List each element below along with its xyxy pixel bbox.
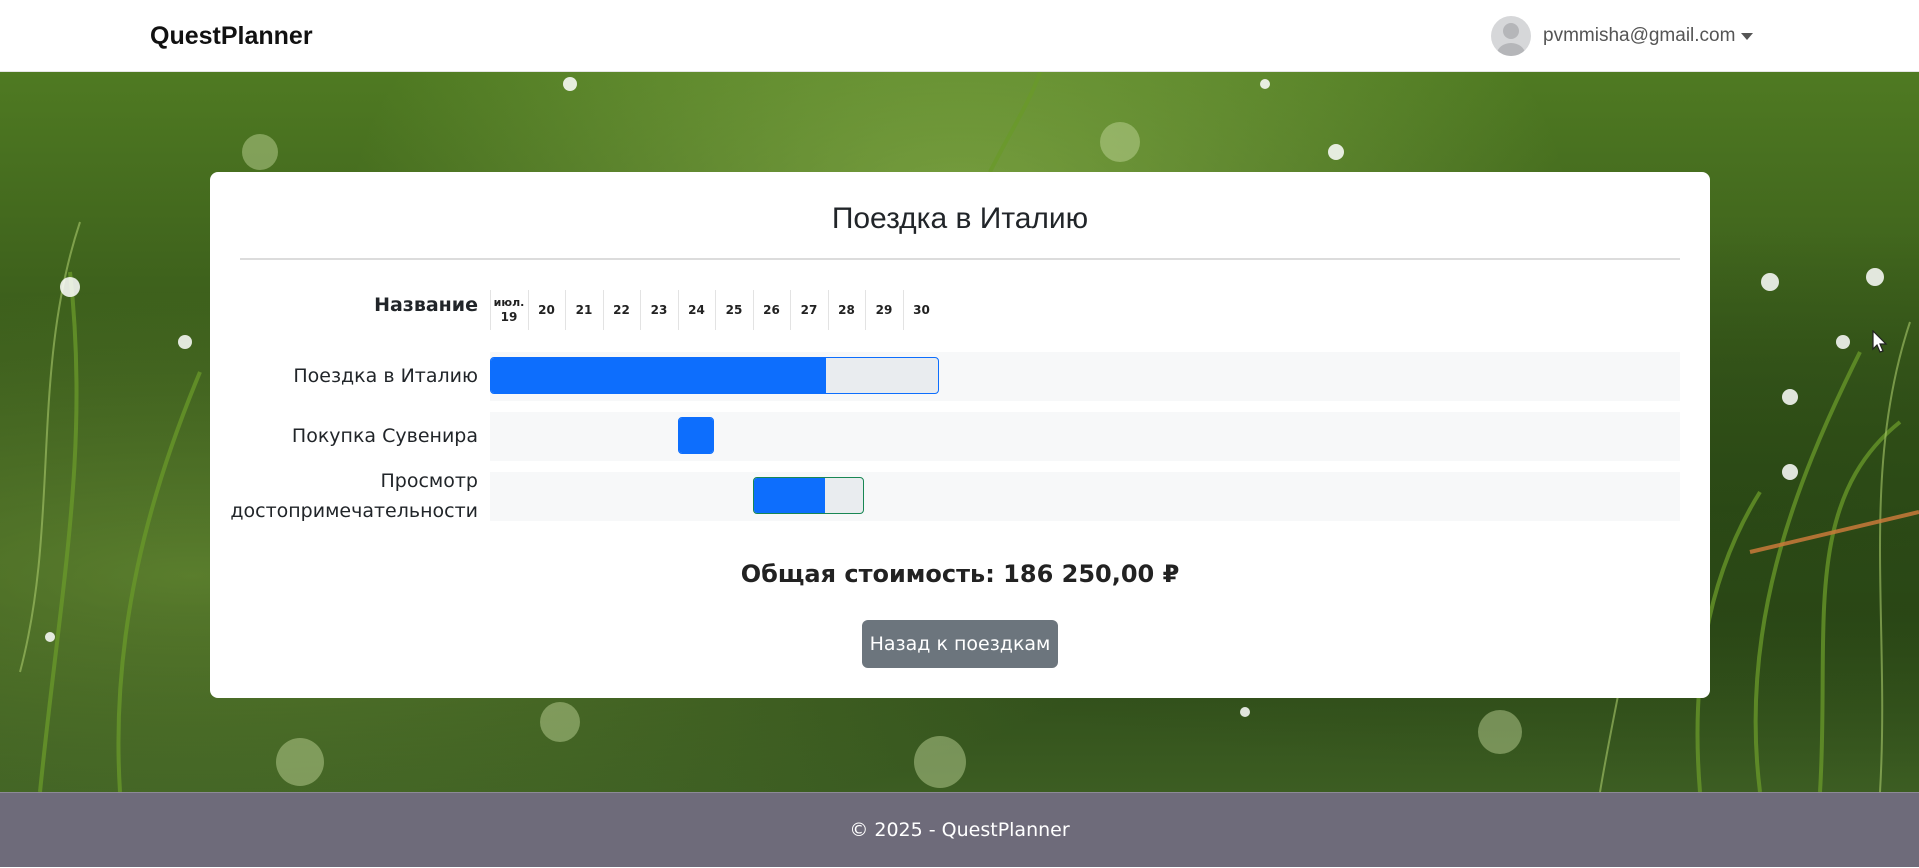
timeline-day-27: 27 [790, 290, 827, 330]
timeline-day-number: 23 [650, 302, 668, 317]
gantt-task-track [490, 352, 1680, 401]
gantt-task-label: Покупка Сувенира [291, 425, 478, 447]
caret-down-icon [1741, 32, 1754, 40]
timeline-day-number: 21 [575, 302, 593, 317]
user-email: pvmmisha@gmail.com [1543, 25, 1736, 46]
timeline-day-24: 24 [677, 290, 715, 330]
footer-copyright: © 2025 - QuestPlanner [849, 819, 1070, 841]
gantt-task-label: Просмотр достопримечательности [230, 470, 478, 522]
timeline-day-number: 30 [913, 302, 930, 317]
gantt-task-track [490, 472, 1680, 521]
gantt-task-label: Поездка в Италию [293, 365, 478, 387]
gantt-task-track [490, 412, 1680, 461]
title-divider [240, 258, 1680, 260]
brand-logo-link[interactable]: QuestPlanner [150, 22, 313, 51]
timeline-day-number: 22 [613, 302, 630, 317]
timeline-day-26: 26 [752, 290, 790, 330]
timeline-month-label: июл. [493, 296, 525, 309]
timeline-day-number: 29 [875, 302, 893, 317]
timeline-day-25: 25 [715, 290, 752, 330]
timeline-day-number: 19 [500, 310, 518, 324]
timeline-day-20: 20 [527, 290, 565, 330]
gantt-task-progress [491, 358, 827, 393]
gantt-task-bar[interactable] [677, 417, 714, 454]
gantt-task-progress [753, 478, 825, 513]
back-to-trips-button[interactable]: Назад к поездкам [862, 620, 1058, 668]
timeline-day-number: 26 [763, 302, 780, 317]
gantt-task-progress [678, 418, 713, 453]
timeline-day-30: 30 [902, 290, 940, 330]
trip-card: Поездка в Италию Название июл. 19 20 21 22 23… [210, 172, 1710, 698]
mouse-cursor-icon [1872, 330, 1888, 353]
gantt-name-header: Название [374, 294, 478, 316]
timeline-day-29: 29 [865, 290, 902, 330]
timeline-day-number: 24 [688, 302, 705, 317]
timeline-day-number: 28 [838, 302, 855, 317]
page-title: Поездка в Италию [831, 202, 1089, 235]
gantt-task-bar[interactable] [490, 357, 939, 394]
page-footer: © 2025 - QuestPlanner [0, 792, 1919, 867]
user-menu-dropdown[interactable]: pvmmisha@gmail.com [1491, 16, 1754, 56]
timeline-day-19: июл. 19 [490, 290, 527, 330]
timeline-day-number: 27 [800, 302, 818, 317]
timeline-day-number: 25 [725, 302, 743, 317]
user-avatar-icon [1491, 16, 1531, 56]
timeline-day-23: 23 [640, 290, 677, 330]
timeline-day-number: 20 [538, 302, 555, 317]
top-navbar: QuestPlanner pvmmisha@gmail.com [0, 0, 1919, 72]
gantt-task-bar[interactable] [752, 477, 864, 514]
total-cost: Общая стоимость: 186 250,00 ₽ [740, 560, 1180, 588]
timeline-day-21: 21 [565, 290, 602, 330]
timeline-day-22: 22 [602, 290, 640, 330]
timeline-day-28: 28 [827, 290, 865, 330]
